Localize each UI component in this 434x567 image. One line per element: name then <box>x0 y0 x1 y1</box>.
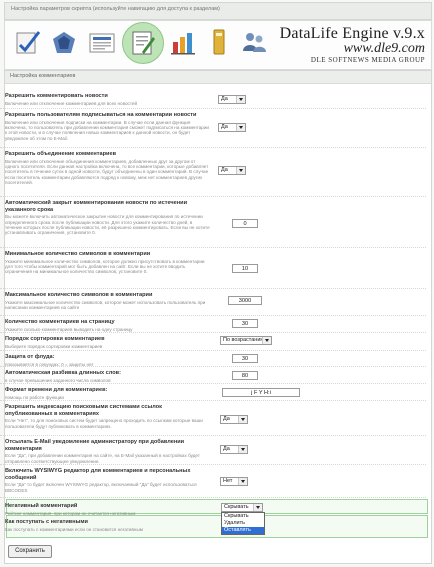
word-wrap-input[interactable] <box>232 371 258 380</box>
allow-subscribe-select[interactable]: Да <box>218 123 246 132</box>
chevron-down-icon <box>238 446 247 453</box>
setting-row: Защита от флуда: показывается в секундах;… <box>0 351 426 367</box>
setting-desc: Включение или отключение комментариев дл… <box>5 100 138 106</box>
sort-order-select[interactable]: По возрастанию <box>220 336 272 345</box>
setting-title: Разрешить комментировать новости <box>5 93 108 99</box>
setting-row: Порядок сортировки комментариев Выберите … <box>0 333 426 351</box>
setting-row: Автоматическая разбивка длинных слов: в с… <box>0 367 426 384</box>
top-bar-text: Настройка параметров скрипта (используйт… <box>11 6 220 12</box>
setting-row: Разрешить пользователям подписываться на… <box>0 109 426 148</box>
stats-icon[interactable] <box>169 27 199 57</box>
setting-row: Как поступать с негативными Как поступать… <box>0 516 426 536</box>
allow-comments-select[interactable]: Да <box>218 95 246 104</box>
chevron-down-icon <box>238 416 247 423</box>
folder-icon[interactable] <box>205 27 235 57</box>
dropdown-option-selected[interactable]: Оставлять <box>222 527 264 534</box>
setting-row: Разрешить индексацию поисковыми системам… <box>0 401 426 436</box>
setting-title: Формат времени для комментариев: <box>5 387 108 393</box>
setting-title: Включить WYSIWYG редактор для комментари… <box>5 468 191 481</box>
save-button[interactable]: Сохранить <box>8 545 52 558</box>
brand-tag: DLE SOFTNEWS MEDIA GROUP <box>310 56 425 64</box>
setting-title: Количество комментариев на страницу <box>5 319 115 325</box>
flood-protection-input[interactable] <box>232 354 258 363</box>
setting-title: Отсылать E-Mail уведомление администрато… <box>5 439 185 452</box>
dropdown-option[interactable]: Удалить <box>222 520 264 527</box>
setting-row: Минимальное количество символов в коммен… <box>0 248 426 289</box>
comments-per-page-input[interactable] <box>232 319 258 328</box>
page: Настройка параметров скрипта (используйт… <box>0 0 434 567</box>
setting-title: Автоматическая разбивка длинных слов: <box>5 370 121 376</box>
merge-comments-select[interactable]: Да <box>218 166 246 175</box>
brand-site: www.dle9.com <box>343 41 425 56</box>
setting-row: Формат времени для комментариев: помощь п… <box>0 384 426 401</box>
setting-row: Негативный комментарий Рейтинг комментари… <box>0 500 426 516</box>
setting-desc: Укажите максимальное количество символов… <box>5 299 206 310</box>
wysiwyg-select[interactable]: Нет <box>220 477 248 486</box>
setting-title: Автоматический закрыт комментирования но… <box>5 200 188 213</box>
brand-logo: DataLife Engine v.9.x www.dle9.com DLE S… <box>280 25 425 64</box>
allow-indexing-select[interactable]: Да <box>220 415 248 424</box>
chevron-down-icon <box>262 337 271 344</box>
setting-title: Защита от флуда: <box>5 354 55 360</box>
settings-check-icon[interactable] <box>13 27 43 57</box>
setting-desc: Вы можете включить автоматическое закрыт… <box>5 214 210 236</box>
setting-row: Отсылать E-Mail уведомление администрато… <box>0 436 426 465</box>
setting-desc: Если "Нет", то для поисковых систем буде… <box>5 418 203 429</box>
chevron-down-icon <box>236 167 245 174</box>
setting-row: Автоматический закрыт комментирования но… <box>0 197 426 248</box>
setting-row: Разрешить комментировать новости Включени… <box>0 90 426 109</box>
dropdown-option[interactable]: Скрывать <box>222 513 264 520</box>
setting-desc: Если "Да", при добавлении комментария на… <box>5 453 200 464</box>
auto-close-days-input[interactable] <box>232 219 258 228</box>
negative-action-select[interactable]: Скрывать <box>221 503 263 512</box>
setting-title: Максимальное количество символов в комме… <box>5 292 153 298</box>
chevron-down-icon <box>236 96 245 103</box>
setting-desc: Как поступать с комментариями если он ст… <box>5 526 143 532</box>
setting-desc: в случае превышения заданного числа симв… <box>5 377 111 383</box>
setting-title: Разрешить индексацию поисковыми системам… <box>5 404 162 417</box>
chevron-down-icon <box>236 124 245 131</box>
setting-title: Разрешить объединение комментариев <box>5 151 117 157</box>
setting-title: Как поступать с негативными <box>5 519 88 525</box>
setting-desc: Выберите порядок сортировки комментариев <box>5 343 103 349</box>
setting-desc: Включение или отключение подписки на ком… <box>5 119 209 141</box>
header: DataLife Engine v.9.x www.dle9.com DLE S… <box>4 20 432 70</box>
email-notify-select[interactable]: Да <box>220 445 248 454</box>
setting-row: Максимальное количество символов в комме… <box>0 289 426 316</box>
news-icon[interactable] <box>87 27 117 57</box>
setting-row: Разрешить объединение комментариев Включе… <box>0 148 426 197</box>
setting-desc: Включение или отключение объединения ком… <box>5 158 209 186</box>
max-chars-input[interactable] <box>228 296 262 305</box>
panel-header: Настройка комментариев <box>5 71 431 84</box>
time-format-input[interactable] <box>222 388 300 397</box>
setting-title: Разрешить пользователям подписываться на… <box>5 112 197 118</box>
users-icon[interactable] <box>239 27 269 57</box>
setting-row: Включить WYSIWYG редактор для комментари… <box>0 465 426 498</box>
chevron-down-icon <box>238 478 247 485</box>
min-chars-input[interactable] <box>232 264 258 273</box>
chevron-down-icon <box>253 504 262 511</box>
security-icon[interactable] <box>49 27 79 57</box>
setting-row: Количество комментариев на страницу Укажи… <box>0 316 426 333</box>
top-bar: Настройка параметров скрипта (используйт… <box>4 2 432 20</box>
setting-desc: помощь по работе функции <box>5 394 64 400</box>
setting-desc: Если "Да" то будет включен WYSIWYG редак… <box>5 482 197 493</box>
panel-title: Настройка комментариев <box>10 73 76 79</box>
setting-title: Минимальное количество символов в коммен… <box>5 251 151 257</box>
setting-desc: Укажите минимальное количество символов,… <box>5 258 205 275</box>
setting-title: Негативный комментарий <box>5 503 78 509</box>
setting-desc: Укажите сколько комментариев выводить на… <box>5 326 133 332</box>
negative-action-dropdown: Скрывать Удалить Оставлять <box>221 512 265 535</box>
comments-pen-icon[interactable] <box>122 22 164 64</box>
setting-title: Порядок сортировки комментариев <box>5 336 105 342</box>
